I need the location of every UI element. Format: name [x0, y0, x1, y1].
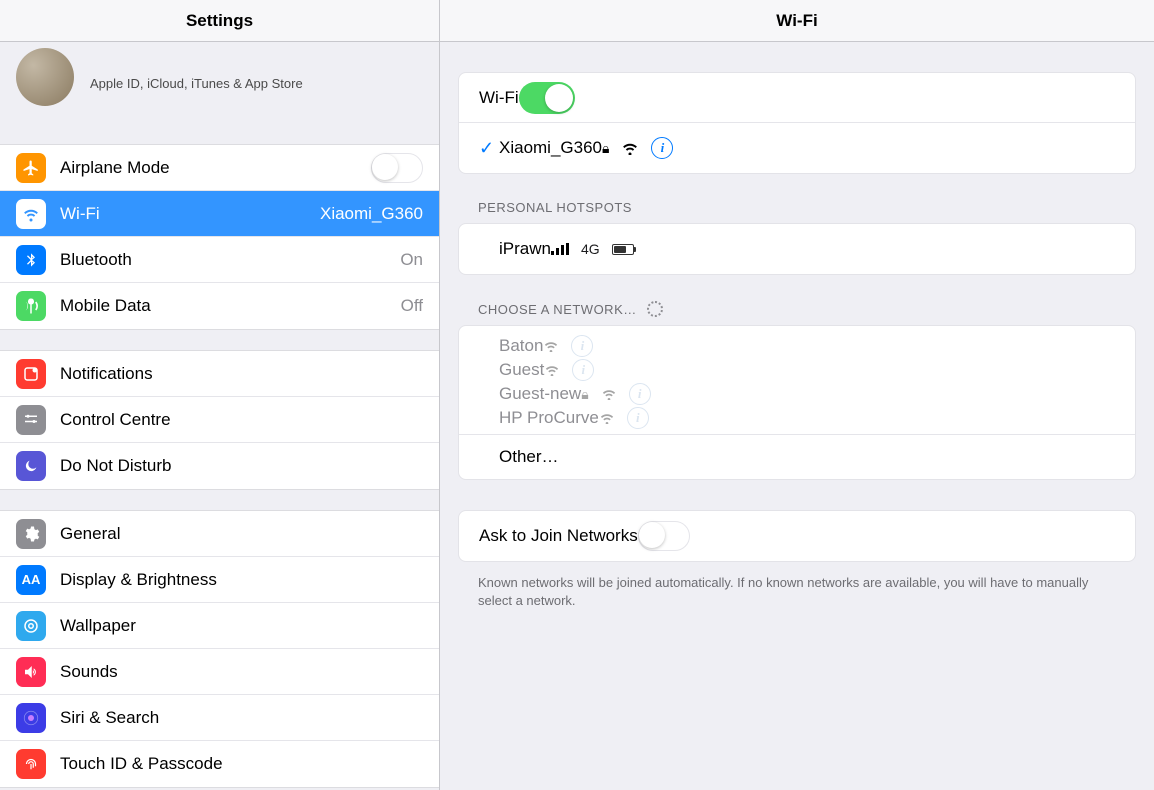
bluetooth-label: Bluetooth	[60, 250, 132, 270]
personal-hotspots-header: Personal Hotspots	[478, 200, 1154, 215]
wifi-toggle-row[interactable]: Wi-Fi	[459, 73, 1135, 123]
general-label: General	[60, 524, 120, 544]
ask-to-join-label: Ask to Join Networks	[479, 526, 638, 546]
fingerprint-icon	[16, 749, 46, 779]
wifi-master-label: Wi-Fi	[479, 88, 519, 108]
moon-icon	[16, 451, 46, 481]
bluetooth-value: On	[400, 250, 423, 270]
wallpaper-icon	[16, 611, 46, 641]
detail-title: Wi-Fi	[440, 0, 1154, 42]
siri-icon	[16, 703, 46, 733]
hotspot-row[interactable]: iPrawn 4G	[459, 224, 1135, 274]
settings-title: Settings	[0, 0, 439, 42]
info-icon[interactable]: i	[629, 383, 651, 405]
wifi-signal-icon	[543, 340, 559, 352]
cell-bars-icon	[551, 243, 569, 255]
hotspot-name: iPrawn	[499, 239, 551, 259]
wifi-row[interactable]: Wi-Fi Xiaomi_G360	[0, 191, 439, 237]
display-row[interactable]: AA Display & Brightness	[0, 557, 439, 603]
display-icon: AA	[16, 565, 46, 595]
wifi-signal-icon	[544, 364, 560, 376]
info-icon[interactable]: i	[571, 335, 593, 357]
info-icon[interactable]: i	[627, 407, 649, 429]
ask-to-join-footer: Known networks will be joined automatica…	[460, 574, 1116, 610]
info-icon[interactable]: i	[572, 359, 594, 381]
gear-icon	[16, 519, 46, 549]
dnd-row[interactable]: Do Not Disturb	[0, 443, 439, 489]
ask-to-join-toggle[interactable]	[638, 521, 690, 551]
connected-network-row[interactable]: ✓ Xiaomi_G360 🔒︎ i	[459, 123, 1135, 173]
wifi-signal-icon	[621, 141, 639, 155]
apple-id-row[interactable]: Apple ID, iCloud, iTunes & App Store	[0, 48, 439, 124]
network-name: Baton	[499, 336, 543, 356]
notifications-icon	[16, 359, 46, 389]
ask-to-join-row[interactable]: Ask to Join Networks	[459, 511, 1135, 561]
battery-icon	[612, 244, 634, 255]
notifications-row[interactable]: Notifications	[0, 351, 439, 397]
airplane-mode-row[interactable]: Airplane Mode	[0, 145, 439, 191]
general-row[interactable]: General	[0, 511, 439, 557]
dnd-label: Do Not Disturb	[60, 456, 171, 476]
touchid-row[interactable]: Touch ID & Passcode	[0, 741, 439, 787]
wifi-signal-icon	[601, 388, 617, 400]
bluetooth-icon	[16, 245, 46, 275]
lock-icon: 🔒︎	[602, 140, 609, 157]
info-icon[interactable]: i	[651, 137, 673, 159]
network-name: Guest-new	[499, 384, 581, 404]
control-centre-icon	[16, 405, 46, 435]
sounds-label: Sounds	[60, 662, 118, 682]
wifi-detail-pane: Wi-Fi Wi-Fi ✓ Xiaomi_G360 🔒︎ i	[440, 0, 1154, 790]
other-network-row[interactable]: Other…	[459, 435, 1135, 479]
other-network-label: Other…	[499, 447, 559, 467]
siri-label: Siri & Search	[60, 708, 159, 728]
wifi-icon	[16, 199, 46, 229]
settings-sidebar: Settings Apple ID, iCloud, iTunes & App …	[0, 0, 440, 790]
network-row[interactable]: HP ProCurve i	[459, 406, 1135, 430]
avatar	[16, 48, 74, 106]
airplane-icon	[16, 153, 46, 183]
airplane-mode-label: Airplane Mode	[60, 158, 170, 178]
wallpaper-label: Wallpaper	[60, 616, 136, 636]
network-list: Baton i Guest i Guest-new🔒︎ i HP ProCurve i	[459, 326, 1135, 435]
mobile-data-value: Off	[401, 296, 423, 316]
touchid-label: Touch ID & Passcode	[60, 754, 223, 774]
mobile-data-row[interactable]: Mobile Data Off	[0, 283, 439, 329]
spinner-icon	[647, 301, 663, 317]
wifi-label: Wi-Fi	[60, 204, 100, 224]
settings-group-general: General AA Display & Brightness Wallpape…	[0, 510, 439, 788]
notifications-label: Notifications	[60, 364, 153, 384]
airplane-mode-toggle[interactable]	[371, 153, 423, 183]
speaker-icon	[16, 657, 46, 687]
mobile-data-label: Mobile Data	[60, 296, 151, 316]
choose-network-header: Choose a Network…	[478, 301, 1154, 317]
wifi-value: Xiaomi_G360	[320, 204, 423, 224]
wallpaper-row[interactable]: Wallpaper	[0, 603, 439, 649]
wifi-toggle-section: Wi-Fi ✓ Xiaomi_G360 🔒︎ i	[458, 72, 1136, 174]
antenna-icon	[16, 291, 46, 321]
control-centre-row[interactable]: Control Centre	[0, 397, 439, 443]
wifi-signal-icon	[599, 412, 615, 424]
settings-group-alerts: Notifications Control Centre Do Not Dist…	[0, 350, 439, 490]
network-row[interactable]: Guest-new🔒︎ i	[459, 382, 1135, 406]
network-row[interactable]: Baton i	[459, 334, 1135, 358]
lock-icon: 🔒︎	[581, 386, 588, 403]
settings-group-connectivity: Airplane Mode Wi-Fi Xiaomi_G360 Bluetoot…	[0, 144, 439, 330]
choose-network-section: Baton i Guest i Guest-new🔒︎ i HP ProCurve i Oth…	[458, 325, 1136, 480]
network-name: Guest	[499, 360, 544, 380]
control-centre-label: Control Centre	[60, 410, 171, 430]
network-row[interactable]: Guest i	[459, 358, 1135, 382]
bluetooth-row[interactable]: Bluetooth On	[0, 237, 439, 283]
siri-row[interactable]: Siri & Search	[0, 695, 439, 741]
apple-id-subtitle: Apple ID, iCloud, iTunes & App Store	[90, 64, 303, 91]
cell-tech-label: 4G	[581, 241, 600, 257]
connected-network-name: Xiaomi_G360	[499, 138, 602, 158]
wifi-toggle[interactable]	[519, 82, 575, 114]
checkmark-icon: ✓	[479, 138, 499, 159]
network-name: HP ProCurve	[499, 408, 599, 428]
ask-to-join-section: Ask to Join Networks	[458, 510, 1136, 562]
display-label: Display & Brightness	[60, 570, 217, 590]
sounds-row[interactable]: Sounds	[0, 649, 439, 695]
personal-hotspots-section: iPrawn 4G	[458, 223, 1136, 275]
